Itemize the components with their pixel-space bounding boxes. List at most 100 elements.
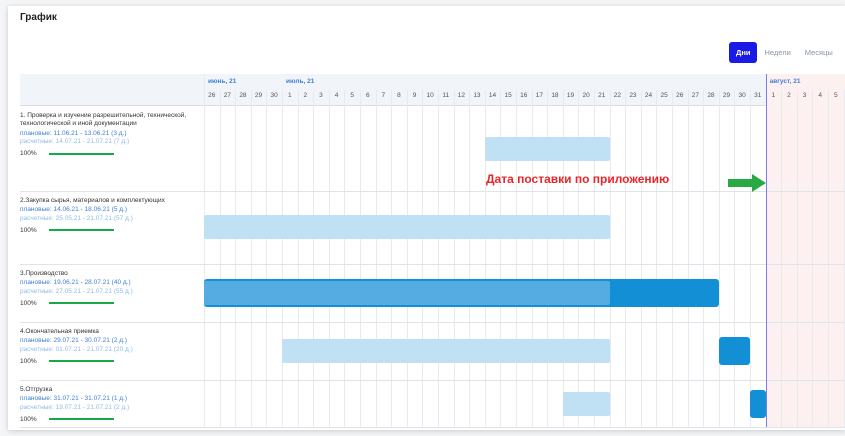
task-row: 5.Отгрузка плановые: 31.07.21 - 31.07.21 …: [20, 386, 210, 423]
gantt-panel: График Дни Недели Месяцы 26 27 28 29 30 1 2 3 4 5…: [8, 6, 845, 430]
plan-bar: [750, 389, 766, 418]
day-gridline: [313, 90, 315, 427]
progress-track: [49, 229, 114, 232]
progress-label: 100%: [20, 415, 37, 423]
task-plan-dates: плановые: 14.06.21 - 18.06.21 (5 д.): [20, 206, 128, 214]
task-title: 2.Закупка сырья, материалов и комплектую…: [20, 197, 165, 204]
day-label: 19: [566, 92, 575, 99]
green-right-arrow-icon: [728, 174, 766, 192]
task-calc-dates: расчетные: 27.05.21 - 21.07.21 (55 д.): [20, 287, 133, 295]
day-label: 29: [722, 92, 731, 99]
day-gridline: [422, 90, 424, 427]
day-gridline: [750, 90, 751, 427]
day-gridline: [843, 90, 845, 427]
day-gridline: [438, 90, 439, 427]
day-label: 6: [365, 92, 370, 99]
view-days-button[interactable]: Дни: [729, 42, 758, 63]
day-label: 16: [520, 92, 528, 99]
day-gridline: [796, 90, 798, 427]
day-label: 13: [473, 92, 481, 99]
after-deadline-shade: [765, 74, 845, 427]
day-label: 17: [535, 92, 543, 99]
day-gridline: [297, 90, 299, 427]
view-months-button[interactable]: Месяцы: [797, 42, 840, 63]
task-plan-dates: плановые: 31.07.21 - 31.07.21 (1 д.): [20, 395, 128, 403]
day-label: 1: [287, 92, 292, 99]
day-label: 12: [457, 92, 465, 99]
day-label: 26: [676, 92, 684, 99]
task-row: 2.Закупка сырья, материалов и комплектую…: [20, 197, 210, 234]
day-gridline: [344, 90, 346, 427]
task-row: 3.Производство плановые: 19.06.21 - 28.07…: [20, 270, 210, 307]
day-gridline: [375, 90, 377, 427]
calc-bar: [282, 339, 610, 363]
task-title: 5.Отгрузка: [20, 386, 53, 393]
progress-label: 100%: [20, 299, 37, 307]
timeline-header: [20, 74, 845, 106]
day-gridline: [828, 90, 829, 427]
task-plan-dates: плановые: 11.06.21 - 13.06.21 (3 д.): [20, 129, 127, 137]
calc-bar: [484, 136, 610, 161]
day-label: 9: [412, 92, 417, 99]
task-title: 3.Производство: [20, 270, 68, 277]
day-label: 10: [426, 92, 434, 99]
day-label: 31: [754, 92, 762, 99]
day-label: 21: [598, 92, 606, 99]
task-row: 1. Проверка и изучение разрешительной, т…: [20, 112, 210, 157]
progress-track: [49, 360, 114, 363]
day-gridline: [718, 90, 720, 427]
day-label: 24: [644, 92, 653, 99]
day-label: 3: [802, 92, 807, 99]
progress-track: [49, 302, 114, 305]
day-gridline: [812, 90, 814, 427]
calc-bar: [204, 214, 610, 239]
day-label: 5: [350, 92, 354, 99]
progress-label: 100%: [20, 150, 37, 158]
day-label: 29: [254, 92, 263, 99]
day-label: 11: [442, 92, 450, 99]
day-gridline: [266, 90, 268, 427]
progress-track: [49, 152, 114, 155]
progress-fill: [49, 302, 114, 305]
task-calc-dates: расчетные: 14.07.21 - 21.07.21 (7 д.): [20, 137, 130, 145]
day-label: 4: [334, 92, 339, 99]
day-label: 4: [818, 92, 822, 99]
day-label: 30: [270, 92, 278, 99]
day-gridline: [640, 90, 642, 427]
day-gridline: [469, 90, 471, 427]
progress-track: [49, 418, 114, 421]
day-gridline: [609, 90, 611, 427]
row-divider: [20, 191, 845, 192]
day-gridline: [391, 90, 393, 427]
row-divider: [20, 264, 845, 265]
day-label: 2: [303, 92, 308, 99]
day-label: 7: [381, 92, 386, 99]
day-label: 27: [223, 92, 231, 99]
view-switch: Дни Недели Месяцы: [729, 42, 840, 63]
day-label: 27: [691, 92, 699, 99]
calc-bar: [204, 281, 610, 305]
progress-fill: [49, 229, 114, 232]
day-gridline: [687, 90, 689, 427]
task-title: 4.Окончательная приемка: [20, 328, 99, 335]
day-gridline: [781, 90, 783, 427]
day-label: 25: [660, 92, 668, 99]
day-label: 5: [833, 92, 838, 99]
task-plan-dates: плановые: 19.06.21 - 28.07.21 (40 д.): [20, 279, 131, 287]
day-gridline: [453, 90, 455, 427]
day-label: 23: [629, 92, 637, 99]
task-title: 1. Проверка и изучение разрешительной, т…: [20, 112, 187, 128]
progress-fill: [49, 418, 114, 421]
task-row: 4.Окончательная приемка плановые: 29.07.2…: [20, 328, 210, 365]
plan-bar: [718, 337, 750, 365]
delivery-date-annotation: Дата поставки по приложению: [486, 172, 670, 186]
day-label: 28: [239, 92, 247, 99]
table-bottom-border: [20, 427, 845, 428]
day-label: 18: [551, 92, 559, 99]
progress-fill: [49, 152, 114, 155]
day-label: 30: [738, 92, 746, 99]
day-label: 22: [613, 92, 621, 99]
day-gridline: [360, 90, 361, 427]
row-divider: [20, 322, 845, 323]
view-weeks-button[interactable]: Недели: [757, 42, 798, 63]
